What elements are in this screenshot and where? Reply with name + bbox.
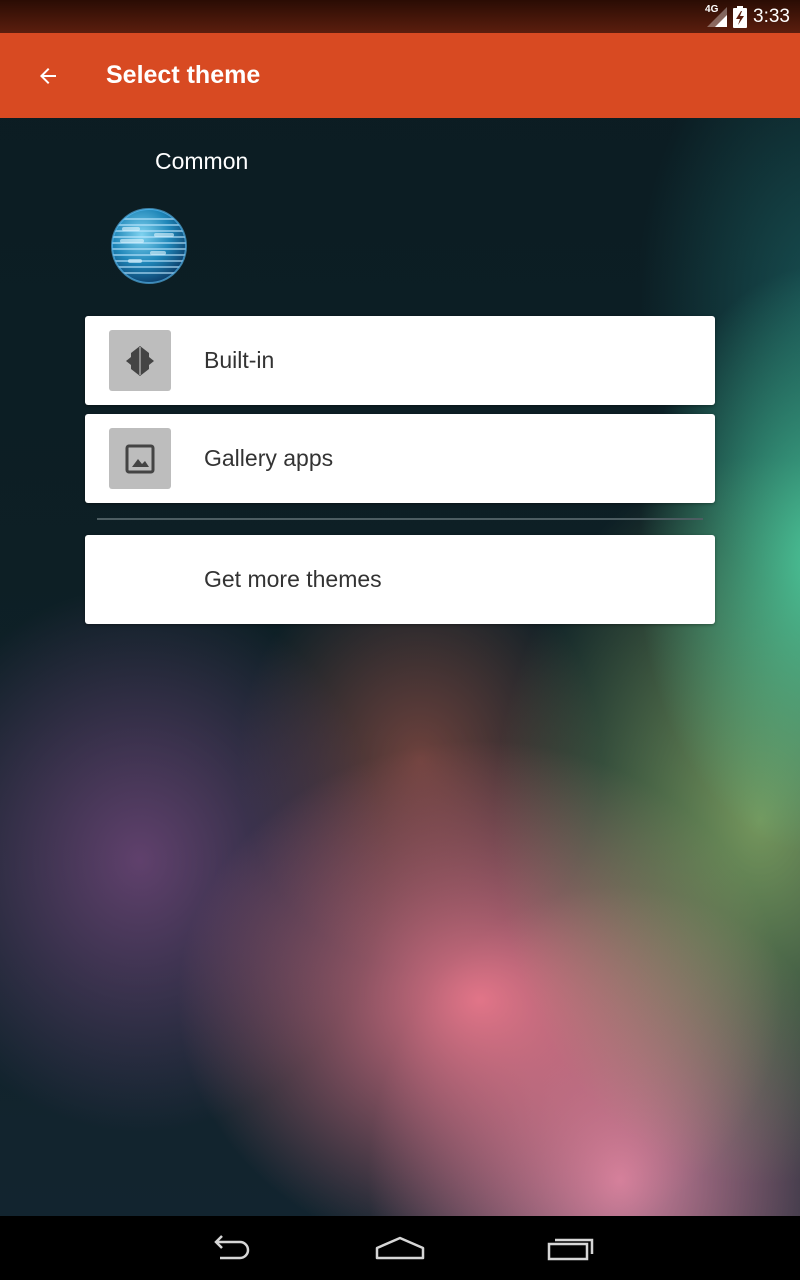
nav-recents-button[interactable] [530,1228,610,1268]
clock: 3:33 [753,6,790,27]
list-item-label: Gallery apps [204,445,334,471]
section-label-common: Common [155,148,249,174]
page-title: Select theme [106,61,261,89]
gallery-icon-container [109,428,171,489]
cellular-signal-icon: 4G [705,4,728,28]
nav-home-icon [374,1234,426,1262]
app-bar: Select theme [0,33,800,118]
get-more-themes-label: Get more themes [204,566,382,592]
nav-back-button[interactable] [190,1228,270,1268]
built-in-icon-container [109,330,171,391]
battery-icon [733,6,748,28]
back-button[interactable] [28,56,68,96]
list-item-built-in[interactable]: Built-in [85,316,715,405]
divider [97,518,703,520]
network-type-label: 4G [705,4,719,15]
system-navigation-bar [0,1216,800,1280]
globe-icon[interactable] [110,207,188,285]
list-item-gallery-apps[interactable]: Gallery apps [85,414,715,503]
nav-recents-icon [546,1234,594,1262]
image-icon [122,441,158,477]
wallpaper [0,0,800,1280]
nav-home-button[interactable] [360,1228,440,1268]
list-item-label: Built-in [204,347,275,373]
status-bar: 4G 3:33 [0,0,800,33]
nav-back-icon [206,1234,254,1262]
status-icons: 4G 3:33 [705,4,790,30]
get-more-themes-button[interactable]: Get more themes [85,535,715,624]
arrow-back-icon [36,64,60,88]
built-in-theme-icon [122,343,158,379]
